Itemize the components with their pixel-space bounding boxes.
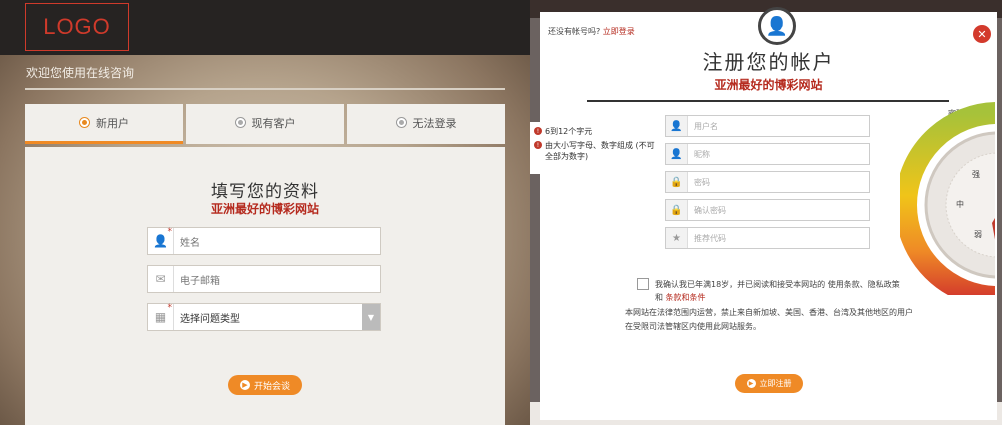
close-icon[interactable]: ✕ bbox=[973, 25, 991, 43]
divider bbox=[587, 100, 949, 102]
play-icon: ▶ bbox=[239, 380, 250, 390]
lock-icon: 🔒 bbox=[666, 172, 688, 192]
alert-icon: ! bbox=[534, 127, 542, 135]
tab-cannot-login[interactable]: 无法登录 bbox=[347, 104, 505, 144]
tab-new-user[interactable]: 新用户 bbox=[25, 104, 183, 144]
register-button[interactable]: ▶ 立即注册 bbox=[735, 374, 803, 393]
referral-placeholder: 推荐代码 bbox=[694, 233, 726, 243]
star-icon: ★ bbox=[666, 228, 688, 248]
register-label: 立即注册 bbox=[759, 379, 792, 388]
radio-icon bbox=[79, 117, 90, 128]
register-overlay: 👤 ✕ 还没有帐号吗? 立即登录 注册您的帐户 亚洲最好的博彩网站 ! 6到12… bbox=[530, 0, 1002, 425]
alert-icon: ! bbox=[534, 141, 542, 149]
radio-icon bbox=[395, 117, 407, 128]
email-placeholder: 电子邮箱 bbox=[180, 275, 220, 287]
username-field[interactable]: 👤 用户名 bbox=[665, 115, 870, 137]
name-placeholder: 姓名 bbox=[180, 237, 200, 249]
nickname-placeholder: 昵称 bbox=[694, 149, 710, 159]
email-field[interactable]: ✉ 电子邮箱 bbox=[147, 265, 381, 293]
start-chat-button[interactable]: ▶ 开始会谈 bbox=[228, 375, 302, 395]
password-strength-gauge: 强 中 弱 bbox=[900, 95, 995, 295]
chat-form: 填写您的资料 亚洲最好的博彩网站 👤 * 姓名 ✉ 电子邮箱 ▦ * 选择问题类型 … bbox=[25, 147, 505, 425]
agree-checkbox[interactable] bbox=[637, 278, 649, 290]
user-icon: 👤 bbox=[666, 116, 688, 136]
logo: LOGO bbox=[25, 3, 129, 51]
user-icon: 👤 bbox=[666, 144, 688, 164]
have-account-text: 还没有帐号吗? 立即登录 bbox=[548, 26, 635, 37]
confirm-password-placeholder: 确认密码 bbox=[694, 205, 726, 215]
form-subtitle: 亚洲最好的博彩网站 bbox=[210, 202, 319, 216]
hint-item: ! 由大小写字母、数字组成 (不可全部为数字) bbox=[534, 140, 661, 162]
welcome-heading: 欢迎您使用在线咨询 bbox=[26, 66, 135, 80]
modal-subtitle: 亚洲最好的博彩网站 bbox=[714, 78, 823, 92]
chat-consult-panel: LOGO 欢迎您使用在线咨询 新用户 现有客户 无法登录 填写您的资料 亚洲最好… bbox=[0, 0, 530, 425]
hint-text: 由大小写字母、数字组成 (不可全部为数字) bbox=[545, 141, 655, 161]
tab-label: 现有客户 bbox=[251, 116, 296, 130]
password-placeholder: 密码 bbox=[694, 177, 710, 187]
tab-label: 新用户 bbox=[96, 116, 129, 130]
legal-note: 本网站在法律范围内运营，禁止来自新加坡、美国、香港、台湾及其他地区的用户在受限司… bbox=[625, 308, 913, 331]
confirm-password-field[interactable]: 🔒 确认密码 bbox=[665, 199, 870, 221]
referral-code-field[interactable]: ★ 推荐代码 bbox=[665, 227, 870, 249]
chevron-down-icon[interactable]: ▼ bbox=[362, 304, 380, 330]
problem-type-select[interactable]: ▦ * 选择问题类型 ▼ bbox=[147, 303, 381, 331]
play-icon: ▶ bbox=[746, 379, 756, 388]
envelope-icon: ✉ bbox=[148, 266, 174, 292]
briefcase-icon: ▦ * bbox=[148, 303, 174, 330]
agree-text: 我确认我已年满18岁，并已阅读和接受本网站的 使用条款、隐私政策和 条款和条件 bbox=[655, 278, 905, 304]
hint-text: 6到12个字元 bbox=[545, 127, 593, 136]
login-link[interactable]: 立即登录 bbox=[603, 27, 635, 36]
name-field[interactable]: 👤 * 姓名 bbox=[147, 227, 381, 255]
have-account-label: 还没有帐号吗? bbox=[548, 27, 601, 36]
radio-icon bbox=[234, 117, 246, 128]
gauge-graphic bbox=[900, 102, 995, 295]
terms-link[interactable]: 条款和条件 bbox=[666, 293, 706, 302]
user-type-tabs: 新用户 现有客户 无法登录 bbox=[25, 104, 505, 144]
username-placeholder: 用户名 bbox=[694, 121, 718, 131]
password-field[interactable]: 🔒 密码 bbox=[665, 171, 870, 193]
divider bbox=[25, 88, 505, 90]
tab-existing-customer[interactable]: 现有客户 bbox=[186, 104, 344, 144]
problem-select-value: 选择问题类型 bbox=[180, 313, 240, 325]
modal-title: 注册您的帐户 bbox=[702, 50, 835, 74]
hint-item: ! 6到12个字元 bbox=[534, 126, 661, 137]
nickname-field[interactable]: 👤 昵称 bbox=[665, 143, 870, 165]
strength-mark-medium: 中 bbox=[956, 200, 964, 209]
tab-label: 无法登录 bbox=[412, 116, 457, 130]
avatar-icon: 👤 bbox=[758, 7, 796, 45]
strength-mark-weak: 弱 bbox=[974, 230, 982, 239]
user-icon: 👤 * bbox=[148, 227, 174, 254]
password-hints: ! 6到12个字元 ! 由大小写字母、数字组成 (不可全部为数字) bbox=[530, 122, 665, 174]
strength-mark-strong: 强 bbox=[972, 170, 980, 179]
lock-icon: 🔒 bbox=[666, 200, 688, 220]
form-title: 填写您的资料 bbox=[211, 182, 319, 202]
start-chat-label: 开始会谈 bbox=[253, 381, 290, 392]
